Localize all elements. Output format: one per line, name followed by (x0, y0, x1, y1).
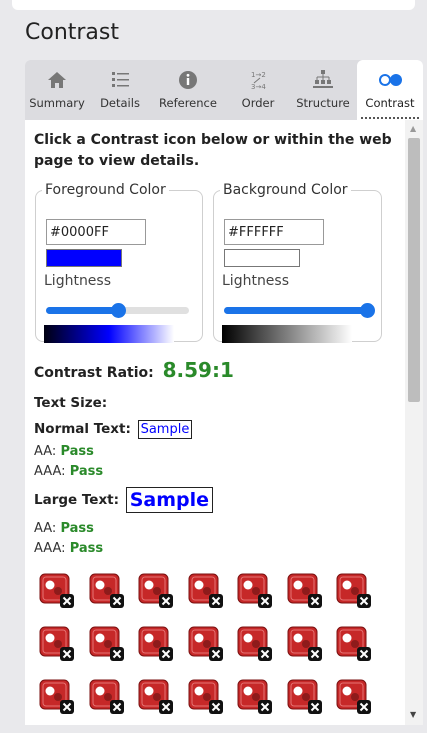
large-aaa-result: AAA: Pass (34, 541, 103, 556)
tab-label: Summary (29, 96, 85, 110)
contrast-error-icon[interactable] (188, 679, 224, 715)
top-strip (12, 0, 415, 10)
tab-contrast[interactable]: Contrast (357, 60, 423, 120)
contrast-error-icon[interactable] (89, 626, 125, 662)
contrast-error-icon[interactable] (39, 679, 75, 715)
background-color-group: Background Color Lightness (213, 182, 382, 343)
tab-label: Reference (159, 96, 217, 110)
list-icon (112, 72, 129, 87)
background-lightness-slider[interactable] (224, 303, 375, 318)
scrollbar[interactable]: ▲ ▼ (405, 120, 423, 725)
order-icon: 1→2 3→4 (251, 71, 266, 91)
scroll-up-arrow-icon[interactable]: ▲ (410, 124, 416, 133)
foreground-slider-fill (46, 307, 118, 314)
contrast-error-icon[interactable] (237, 573, 273, 609)
foreground-swatch[interactable] (46, 249, 122, 267)
contrast-ratio: Contrast Ratio: 8.59:1 (34, 358, 234, 382)
contrast-panel-content: Click a Contrast icon below or within th… (25, 120, 405, 725)
contrast-error-icon[interactable] (336, 679, 372, 715)
large-aaa-label: AAA: (34, 541, 66, 556)
tab-details[interactable]: Details (91, 60, 149, 120)
contrast-error-icon[interactable] (89, 679, 125, 715)
tab-order[interactable]: 1→2 3→4 Order (227, 60, 289, 120)
scroll-down-arrow-icon[interactable]: ▼ (410, 710, 416, 719)
background-slider-fill (224, 307, 367, 314)
background-hex-input[interactable] (224, 219, 324, 245)
large-aaa-value: Pass (69, 541, 104, 556)
svg-text:1→2: 1→2 (251, 71, 266, 79)
tab-bar: Summary Details Reference 1→2 3→4 Order (25, 60, 423, 120)
background-swatch[interactable] (224, 249, 300, 267)
contrast-ratio-value: 8.59:1 (162, 358, 234, 382)
instruction-text: Click a Contrast icon below or within th… (34, 132, 392, 169)
normal-aa-value: Pass (60, 444, 94, 459)
tab-label: Order (241, 96, 275, 110)
foreground-lightness-slider[interactable] (46, 303, 189, 318)
panel-title: Contrast (25, 20, 120, 45)
contrast-error-icon[interactable] (39, 573, 75, 609)
contrast-error-icon[interactable] (336, 573, 372, 609)
tab-label: Structure (296, 96, 350, 110)
svg-text:3→4: 3→4 (251, 83, 266, 91)
large-aa-label: AA: (34, 521, 57, 536)
normal-aaa-result: AAA: Pass (34, 464, 103, 479)
scrollbar-thumb[interactable] (408, 138, 420, 402)
tab-label: Details (100, 96, 140, 110)
info-icon (179, 71, 197, 89)
text-size-label: Text Size: (34, 395, 108, 411)
foreground-slider-thumb[interactable] (110, 303, 126, 318)
normal-aa-result: AA: Pass (34, 444, 94, 459)
normal-aaa-label: AAA: (34, 464, 66, 479)
large-text-label: Large Text: (34, 492, 120, 508)
large-aa-result: AA: Pass (34, 521, 94, 536)
large-aa-value: Pass (60, 521, 94, 536)
normal-text-sample: Sample (137, 420, 193, 439)
contrast-error-icon[interactable] (138, 626, 174, 662)
contrast-error-icon[interactable] (138, 573, 174, 609)
normal-text-row: Normal Text: Sample (34, 420, 193, 439)
tab-structure[interactable]: Structure (291, 60, 355, 120)
large-text-row: Large Text: Sample (34, 487, 214, 513)
background-slider-thumb[interactable] (360, 303, 375, 318)
normal-text-label: Normal Text: (34, 421, 131, 437)
contrast-error-icon[interactable] (287, 573, 323, 609)
contrast-error-icon[interactable] (287, 679, 323, 715)
foreground-legend: Foreground Color (45, 182, 166, 198)
normal-aaa-value: Pass (69, 464, 104, 479)
contrast-ratio-label: Contrast Ratio: (34, 365, 154, 381)
background-legend: Background Color (223, 182, 348, 198)
contrast-error-icon[interactable] (188, 626, 224, 662)
contrast-error-icon[interactable] (336, 626, 372, 662)
tab-label: Contrast (365, 96, 415, 110)
foreground-hex-input[interactable] (46, 219, 146, 245)
home-icon (48, 72, 66, 88)
foreground-lightness-label: Lightness (44, 273, 112, 289)
contrast-error-icon[interactable] (188, 573, 224, 609)
contrast-error-icon[interactable] (39, 626, 75, 662)
contrast-error-icon[interactable] (237, 679, 273, 715)
background-gradient (222, 325, 352, 343)
structure-icon (313, 70, 333, 88)
tab-summary[interactable]: Summary (25, 60, 89, 120)
background-lightness-label: Lightness (222, 273, 290, 289)
contrast-error-icon[interactable] (138, 679, 174, 715)
contrast-error-icon[interactable] (89, 573, 125, 609)
normal-aa-label: AA: (34, 444, 57, 459)
foreground-gradient (44, 325, 174, 343)
foreground-color-group: Foreground Color Lightness (35, 182, 203, 343)
large-text-sample: Sample (125, 487, 214, 513)
contrast-icon (379, 74, 402, 86)
contrast-error-icon[interactable] (237, 626, 273, 662)
tab-reference[interactable]: Reference (151, 60, 225, 120)
contrast-error-icon[interactable] (287, 626, 323, 662)
